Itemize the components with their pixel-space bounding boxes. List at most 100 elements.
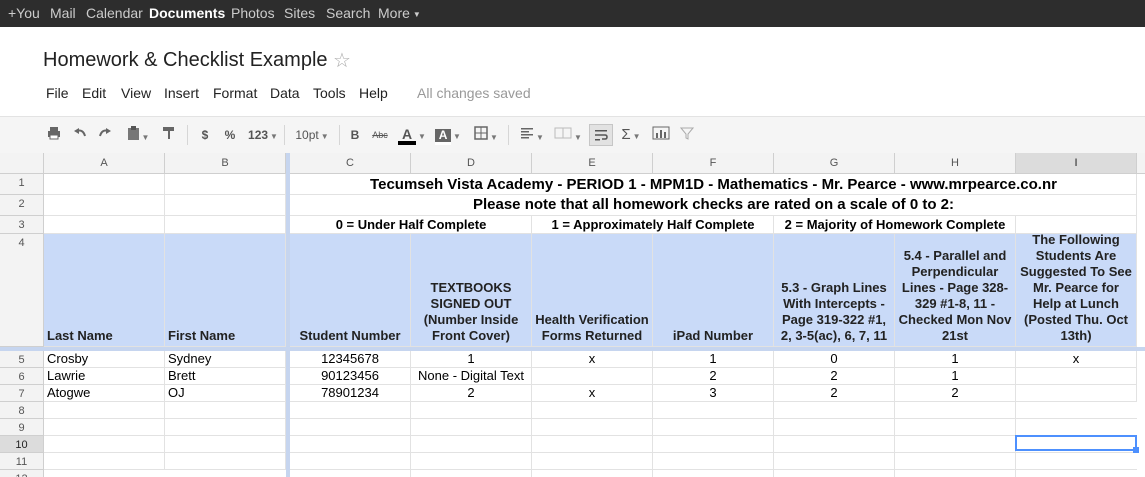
cell[interactable]: [44, 419, 165, 436]
merge-cells-button[interactable]: ▼: [552, 126, 584, 144]
menu-help[interactable]: Help: [359, 85, 388, 101]
menu-format[interactable]: Format: [213, 85, 257, 101]
cell-last-name[interactable]: Lawrie: [44, 368, 165, 385]
header-section-5-3[interactable]: 5.3 - Graph Lines With Intercepts - Page…: [774, 234, 895, 347]
document-title[interactable]: Homework & Checklist Example: [43, 49, 328, 72]
cell-textbooks[interactable]: None - Digital Text: [411, 368, 532, 385]
column-header-g[interactable]: G: [774, 153, 895, 174]
cell-last-name[interactable]: Atogwe: [44, 385, 165, 402]
column-header-i[interactable]: I: [1016, 153, 1137, 174]
cell[interactable]: [44, 453, 165, 470]
redo-icon[interactable]: [97, 126, 113, 144]
cell[interactable]: [165, 436, 286, 453]
functions-button[interactable]: Σ ▼: [618, 126, 644, 144]
cell-health-forms[interactable]: x: [532, 385, 653, 402]
cell-ipad-number[interactable]: 3: [653, 385, 774, 402]
menu-view[interactable]: View: [121, 85, 151, 101]
cell[interactable]: [165, 453, 286, 470]
menu-file[interactable]: File: [46, 85, 69, 101]
text-color-button[interactable]: A ▼: [396, 126, 428, 145]
menu-tools[interactable]: Tools: [313, 85, 346, 101]
cell-health-forms[interactable]: [532, 368, 653, 385]
header-ipad-number[interactable]: iPad Number: [653, 234, 774, 347]
cell-help[interactable]: x: [1016, 351, 1137, 368]
menu-insert[interactable]: Insert: [164, 85, 199, 101]
currency-format-button[interactable]: $: [199, 126, 211, 144]
column-header-d[interactable]: D: [411, 153, 532, 174]
fill-color-button[interactable]: A ▼: [432, 126, 464, 145]
nav-documents[interactable]: Documents: [149, 0, 225, 27]
star-icon[interactable]: ☆: [333, 48, 351, 73]
menu-edit[interactable]: Edit: [82, 85, 106, 101]
cell-section-5-4[interactable]: 1: [895, 368, 1016, 385]
header-section-5-4[interactable]: 5.4 - Parallel and Perpendicular Lines -…: [895, 234, 1016, 347]
column-header-c[interactable]: C: [290, 153, 411, 174]
select-all-corner[interactable]: [0, 153, 44, 174]
cell-student-number[interactable]: 78901234: [290, 385, 411, 402]
print-icon[interactable]: [46, 126, 62, 144]
cell-student-number[interactable]: 90123456: [290, 368, 411, 385]
cell[interactable]: [165, 216, 286, 234]
menu-data[interactable]: Data: [270, 85, 300, 101]
row-header-10[interactable]: 10: [0, 436, 44, 453]
cell-section-5-3[interactable]: 0: [774, 351, 895, 368]
paste-icon[interactable]: ▼: [124, 126, 152, 144]
paint-format-icon[interactable]: [161, 126, 177, 144]
column-header-h[interactable]: H: [895, 153, 1016, 174]
row-header-9[interactable]: 9: [0, 419, 44, 436]
cell-health-forms[interactable]: x: [532, 351, 653, 368]
cell[interactable]: [44, 402, 165, 419]
font-size-dropdown[interactable]: 10pt ▼: [294, 126, 330, 144]
row-header-6[interactable]: 6: [0, 368, 44, 385]
row-header-3[interactable]: 3: [0, 216, 44, 234]
undo-icon[interactable]: [72, 126, 88, 144]
column-header-f[interactable]: F: [653, 153, 774, 174]
empty-row-9[interactable]: [290, 419, 1137, 436]
row-header-2[interactable]: 2: [0, 195, 44, 216]
cell-first-name[interactable]: Brett: [165, 368, 286, 385]
row-header-1[interactable]: 1: [0, 174, 44, 195]
nav-mail[interactable]: Mail: [50, 0, 76, 27]
strikethrough-button[interactable]: Abc: [370, 126, 390, 144]
filter-icon[interactable]: [679, 126, 695, 144]
spreadsheet-grid[interactable]: A B C D E F G H I 1 2 3 4 5 6 7 8 9 10 1…: [0, 153, 1145, 477]
cell-textbooks[interactable]: 2: [411, 385, 532, 402]
cell[interactable]: [165, 419, 286, 436]
cell-section-5-3[interactable]: 2: [774, 385, 895, 402]
row-header-4[interactable]: 4: [0, 234, 44, 347]
header-help-list[interactable]: The Following Students Are Suggested To …: [1016, 234, 1137, 347]
header-last-name[interactable]: Last Name: [44, 234, 165, 347]
nav-photos[interactable]: Photos: [231, 0, 275, 27]
cell-student-number[interactable]: 12345678: [290, 351, 411, 368]
selected-cell-highlight[interactable]: [1015, 435, 1137, 451]
number-format-dropdown[interactable]: 123 ▼: [246, 126, 280, 144]
cell[interactable]: [44, 436, 165, 453]
cell-help[interactable]: [1016, 385, 1137, 402]
nav-you[interactable]: +You: [8, 0, 40, 27]
cell-section-5-3[interactable]: 2: [774, 368, 895, 385]
percent-format-button[interactable]: %: [223, 126, 237, 144]
cell-ipad-number[interactable]: 1: [653, 351, 774, 368]
bold-button[interactable]: B: [349, 126, 361, 144]
header-student-number[interactable]: Student Number: [290, 234, 411, 347]
column-header-b[interactable]: B: [165, 153, 286, 174]
row-header-8[interactable]: 8: [0, 402, 44, 419]
row-header-12[interactable]: 12: [0, 470, 44, 477]
row-header-11[interactable]: 11: [0, 453, 44, 470]
cell-section-5-4[interactable]: 2: [895, 385, 1016, 402]
cell[interactable]: [165, 195, 286, 216]
cell-last-name[interactable]: Crosby: [44, 351, 165, 368]
frozen-row-divider[interactable]: [0, 347, 1145, 351]
nav-more[interactable]: More ▼: [378, 0, 421, 27]
frozen-column-divider[interactable]: [286, 153, 290, 477]
cell[interactable]: [44, 216, 165, 234]
cell[interactable]: [165, 402, 286, 419]
nav-sites[interactable]: Sites: [284, 0, 315, 27]
cell-textbooks[interactable]: 1: [411, 351, 532, 368]
cell-first-name[interactable]: Sydney: [165, 351, 286, 368]
column-header-e[interactable]: E: [532, 153, 653, 174]
nav-calendar[interactable]: Calendar: [86, 0, 143, 27]
cell[interactable]: [1016, 216, 1137, 234]
cell[interactable]: [165, 174, 286, 195]
header-first-name[interactable]: First Name: [165, 234, 286, 347]
